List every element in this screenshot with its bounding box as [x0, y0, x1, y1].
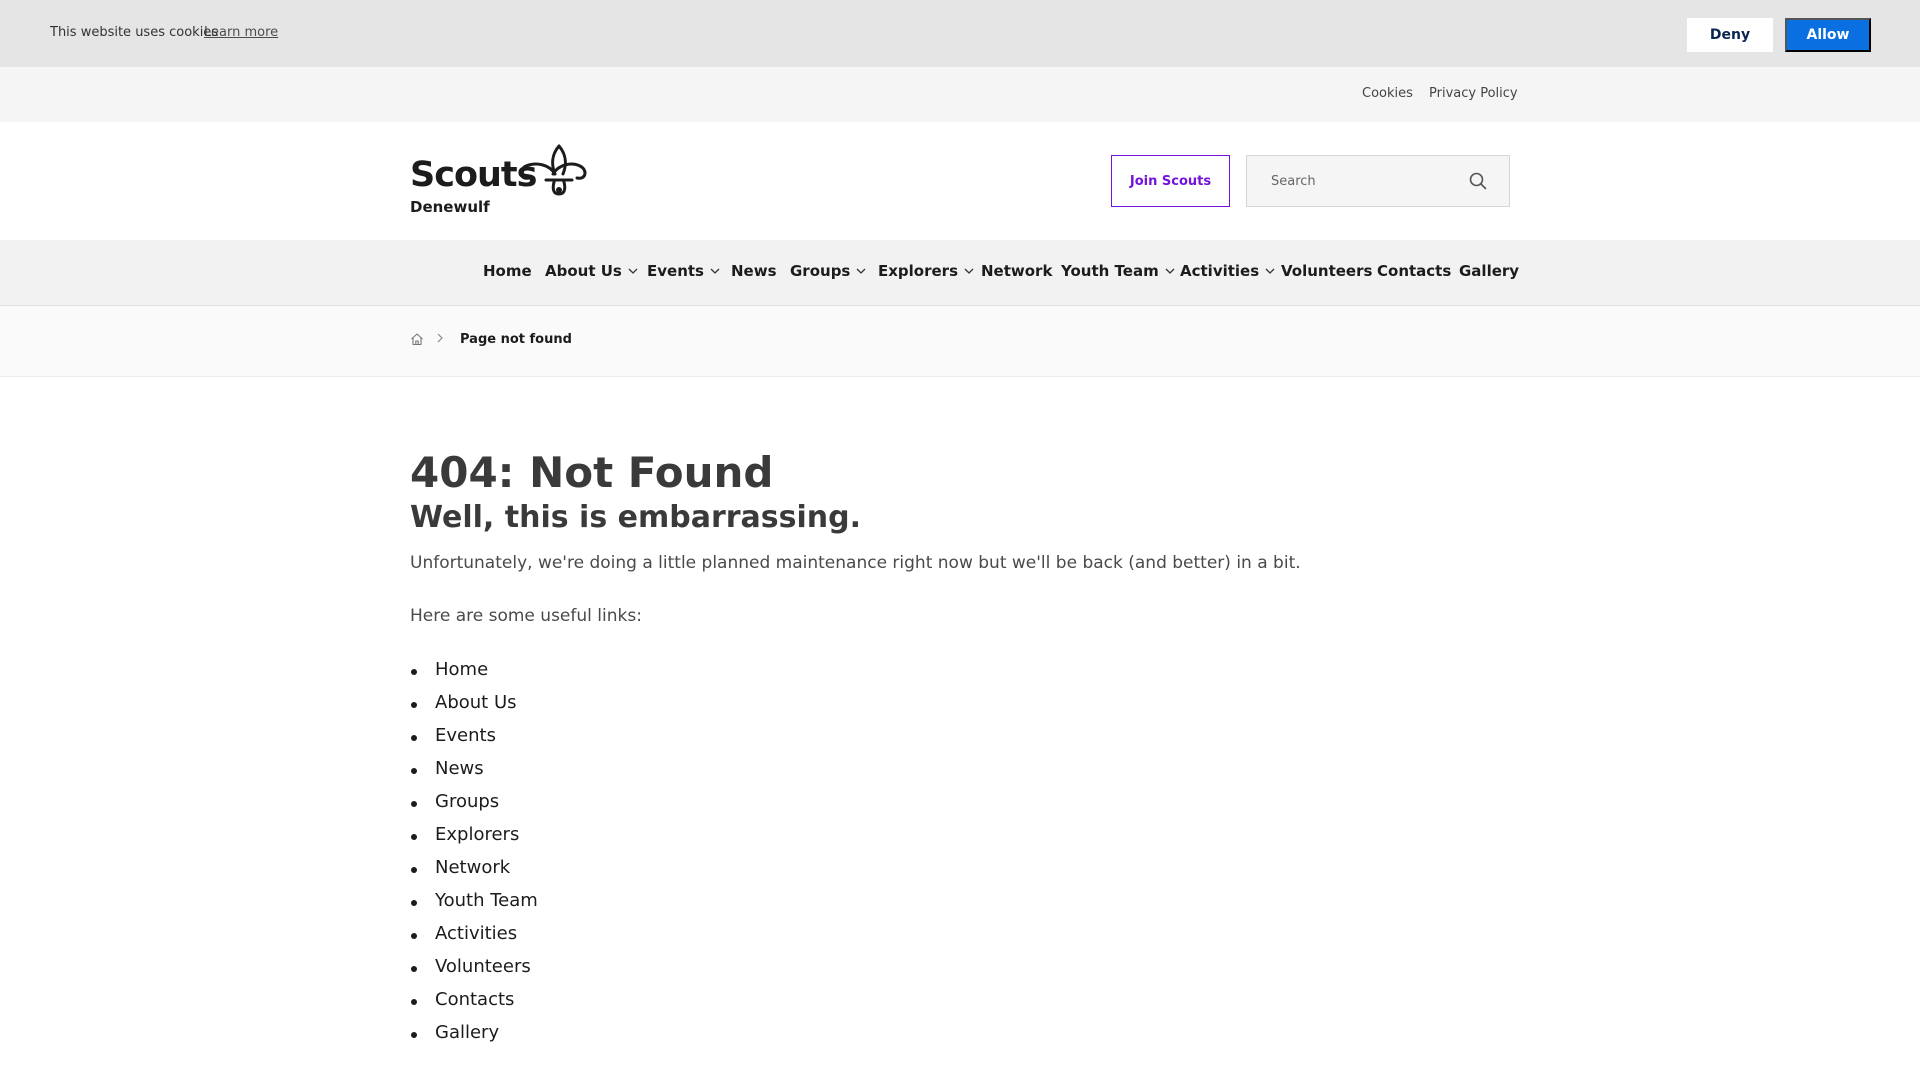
useful-link-network[interactable]: Network: [435, 857, 510, 878]
chevron-right-icon: [437, 333, 443, 343]
nav-item-news[interactable]: News: [731, 262, 777, 280]
utility-link-privacy[interactable]: Privacy Policy: [1429, 86, 1518, 101]
search-input[interactable]: [1247, 156, 1457, 206]
list-item: Contacts: [410, 986, 538, 1019]
nav-item-volunteers[interactable]: Volunteers: [1281, 262, 1372, 280]
chevron-down-icon: [710, 268, 720, 274]
list-item: Gallery: [410, 1019, 538, 1052]
fleur-de-lis-icon: [519, 144, 587, 196]
useful-link-youth-team[interactable]: Youth Team: [435, 890, 538, 911]
cookie-learn-more-link[interactable]: Learn more: [204, 25, 278, 40]
list-item: Events: [410, 722, 538, 755]
useful-link-news[interactable]: News: [435, 758, 484, 779]
cookie-banner: This website uses cookies Learn more Den…: [0, 0, 1920, 67]
useful-link-gallery[interactable]: Gallery: [435, 1022, 499, 1043]
main-nav: Home About Us Events News Groups Explore…: [0, 240, 1920, 306]
nav-label: News: [731, 262, 777, 280]
chevron-down-icon: [1165, 268, 1175, 274]
nav-item-about-us[interactable]: About Us: [545, 262, 638, 280]
nav-label: Groups: [790, 262, 851, 280]
list-item: Explorers: [410, 821, 538, 854]
useful-link-about-us[interactable]: About Us: [435, 692, 517, 713]
search-box: [1246, 155, 1510, 207]
breadcrumb-current: Page not found: [460, 332, 572, 347]
utility-bar: Cookies Privacy Policy: [0, 67, 1920, 122]
nav-label: Volunteers: [1281, 262, 1373, 280]
chevron-down-icon: [964, 268, 974, 274]
useful-link-home[interactable]: Home: [435, 659, 488, 680]
useful-link-activities[interactable]: Activities: [435, 923, 517, 944]
nav-label: Contacts: [1377, 262, 1452, 280]
list-item: Volunteers: [410, 953, 538, 986]
chevron-down-icon: [628, 268, 638, 274]
list-item: Network: [410, 854, 538, 887]
nav-label: Gallery: [1459, 262, 1520, 280]
nav-item-contacts[interactable]: Contacts: [1377, 262, 1451, 280]
join-scouts-button[interactable]: Join Scouts: [1111, 155, 1230, 207]
useful-link-groups[interactable]: Groups: [435, 791, 499, 812]
useful-link-contacts[interactable]: Contacts: [435, 989, 514, 1010]
nav-item-activities[interactable]: Activities: [1180, 262, 1275, 280]
chevron-down-icon: [856, 268, 866, 274]
maintenance-message: Unfortunately, we're doing a little plan…: [410, 553, 1301, 573]
nav-item-events[interactable]: Events: [647, 262, 720, 280]
site-header: Scouts Denewulf Join Scouts: [0, 122, 1920, 240]
nav-label: About Us: [545, 262, 622, 280]
cookie-allow-button[interactable]: Allow: [1785, 18, 1871, 52]
nav-item-network[interactable]: Network: [981, 262, 1052, 280]
nav-item-home[interactable]: Home: [483, 262, 532, 280]
logo-subtitle: Denewulf: [410, 198, 490, 216]
useful-link-volunteers[interactable]: Volunteers: [435, 956, 531, 977]
cookie-message: This website uses cookies: [50, 25, 219, 40]
home-icon[interactable]: [410, 332, 424, 346]
nav-label: Activities: [1180, 262, 1260, 280]
useful-links-list: Home About Us Events News Groups Explore…: [410, 656, 538, 1052]
nav-label: Home: [483, 262, 532, 280]
nav-label: Youth Team: [1061, 262, 1159, 280]
useful-links-intro: Here are some useful links:: [410, 606, 642, 626]
cookie-deny-button[interactable]: Deny: [1687, 18, 1773, 52]
utility-link-cookies[interactable]: Cookies: [1362, 86, 1413, 101]
chevron-down-icon: [1265, 268, 1275, 274]
list-item: About Us: [410, 689, 538, 722]
list-item: Activities: [410, 920, 538, 953]
nav-item-youth-team[interactable]: Youth Team: [1061, 262, 1175, 280]
useful-link-explorers[interactable]: Explorers: [435, 824, 519, 845]
nav-item-explorers[interactable]: Explorers: [878, 262, 974, 280]
search-icon[interactable]: [1469, 172, 1487, 190]
list-item: Groups: [410, 788, 538, 821]
page-subtitle: Well, this is embarrassing.: [410, 500, 862, 535]
nav-item-gallery[interactable]: Gallery: [1459, 262, 1519, 280]
nav-label: Events: [647, 262, 704, 280]
nav-label: Network: [981, 262, 1053, 280]
useful-link-events[interactable]: Events: [435, 725, 496, 746]
breadcrumb: Page not found: [0, 306, 1920, 377]
nav-item-groups[interactable]: Groups: [790, 262, 866, 280]
list-item: Home: [410, 656, 538, 689]
list-item: News: [410, 755, 538, 788]
nav-label: Explorers: [878, 262, 959, 280]
list-item: Youth Team: [410, 887, 538, 920]
page-title: 404: Not Found: [410, 448, 774, 497]
